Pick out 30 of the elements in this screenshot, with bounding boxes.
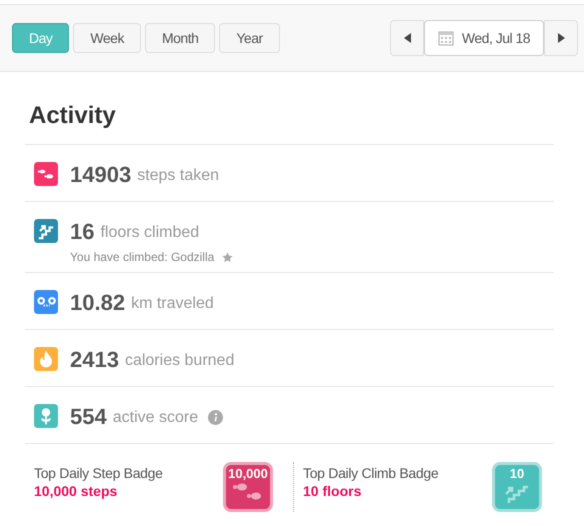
info-icon <box>208 410 224 424</box>
date-picker[interactable]: Wed, Jul 18 <box>424 20 544 56</box>
footprints-icon <box>232 482 264 502</box>
climb-note: You have climbed: Godzilla <box>70 249 214 266</box>
badge-text: 10 <box>510 466 524 482</box>
calendar-icon <box>438 30 454 46</box>
stat-value: 554 <box>70 403 107 431</box>
badge-text: 10,000 <box>228 466 268 482</box>
stat-value: 10.82 <box>70 289 126 317</box>
stat-value: 14903 <box>70 161 132 189</box>
stat-label: km traveled <box>131 294 214 314</box>
badge-value: 10,000 steps <box>34 482 118 500</box>
badge-title: Top Daily Step Badge <box>34 464 163 482</box>
badge-value: 10 floors <box>303 482 362 500</box>
next-day-button[interactable] <box>544 20 578 56</box>
stat-label: active score <box>112 408 198 428</box>
section-title: Activity <box>28 101 117 131</box>
range-tab[interactable]: Year <box>219 23 280 53</box>
badge-title: Top Daily Climb Badge <box>303 464 438 482</box>
stat-label: calories burned <box>124 351 234 371</box>
stat-label: steps taken <box>137 166 220 186</box>
stat-value: 16 <box>70 218 94 246</box>
range-tab[interactable]: Month <box>144 23 216 53</box>
range-tab[interactable]: Week <box>73 23 141 53</box>
previous-day-button[interactable] <box>390 20 424 56</box>
star-icon <box>222 252 234 262</box>
right-arrow-icon <box>558 33 564 43</box>
left-arrow-icon <box>404 33 410 43</box>
stat-label: floors climbed <box>100 223 200 243</box>
stat-value: 2413 <box>70 346 119 374</box>
